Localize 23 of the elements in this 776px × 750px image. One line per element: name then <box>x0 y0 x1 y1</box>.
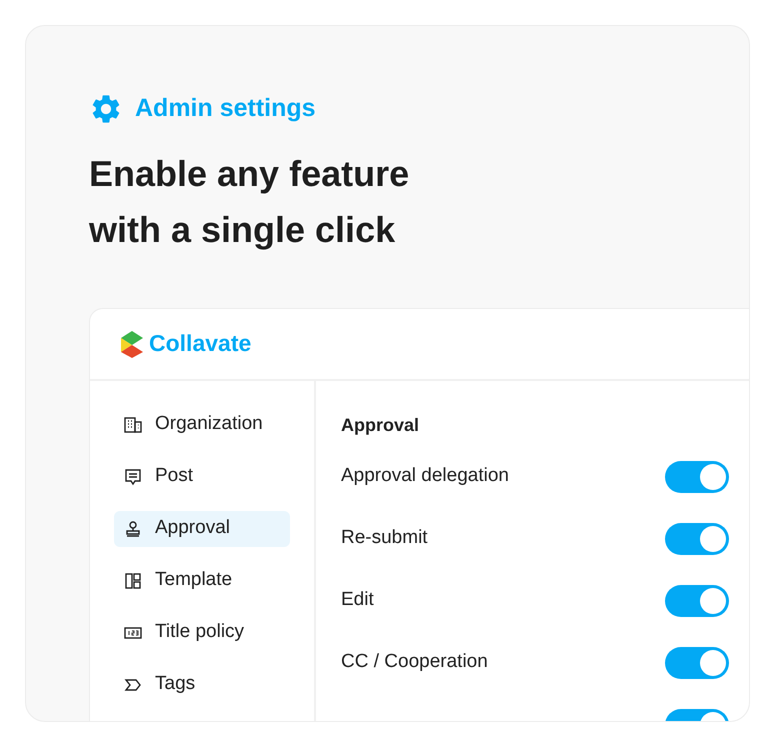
sidebar-item[interactable]: Organization <box>114 406 290 442</box>
brand-name: Collavate <box>149 329 252 358</box>
toggle-switch[interactable] <box>665 460 729 492</box>
headline: with a single click <box>89 208 396 252</box>
headline: Enable any feature <box>89 152 410 196</box>
layout-icon <box>123 570 143 590</box>
toggle-switch[interactable] <box>665 522 729 554</box>
logo-icon <box>119 330 145 358</box>
sidebar-item[interactable]: Post <box>114 458 290 494</box>
toggle-switch[interactable] <box>665 646 729 678</box>
section-title: Approval <box>341 414 420 437</box>
sidebar-item[interactable]: Title policy <box>114 614 290 650</box>
sidebar-item[interactable]: Template <box>114 562 290 598</box>
sidebar-item[interactable]: Tags <box>114 666 290 702</box>
setting-label: Approval delegation <box>341 464 509 488</box>
section-label: Admin settings <box>135 93 316 124</box>
setting-label: CC / Cooperation <box>341 650 488 674</box>
toggle-switch[interactable] <box>665 584 729 616</box>
setting-label: Re-submit <box>341 526 428 550</box>
setting-label: Edit <box>341 588 374 612</box>
message-icon <box>123 466 143 486</box>
sidebar-item[interactable]: Approval <box>114 510 290 546</box>
building-icon <box>123 414 143 434</box>
